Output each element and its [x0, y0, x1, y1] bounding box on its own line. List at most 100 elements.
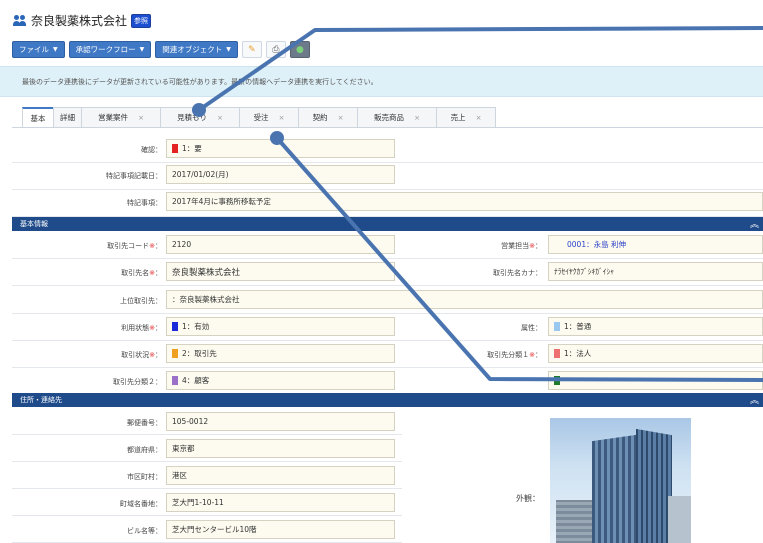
colon: ： — [155, 324, 162, 332]
parent-account-value: ：奈良製薬株式会社 — [172, 295, 240, 304]
account-name-label-text: 取引先名 — [121, 269, 150, 277]
tab-order[interactable]: 受注 × — [239, 107, 299, 127]
tab-label: 契約 — [312, 113, 328, 122]
class2-label: 取引先分類２： — [113, 378, 162, 386]
street-value: 芝大門1-10-11 — [172, 498, 224, 507]
building-graphic — [556, 500, 592, 543]
building-field[interactable]: 芝大門センタービル10階 — [166, 520, 395, 539]
workflow-menu-button[interactable]: 承認ワークフロー ▼ — [68, 41, 152, 58]
code-label: 取引先コード※： — [60, 241, 162, 251]
hidden-color-swatch — [554, 376, 560, 385]
usage-status-value: 1：有効 — [182, 322, 210, 331]
trade-status-field[interactable]: 2：取引先 — [166, 344, 395, 363]
chevron-up-icon[interactable]: ︽ — [750, 217, 759, 230]
print-button[interactable]: ⎙ — [265, 41, 286, 58]
parent-account-label: 上位取引先： — [120, 297, 162, 305]
confirm-field[interactable]: 1：要 — [166, 139, 395, 158]
tab-products[interactable]: 販売商品 × — [357, 107, 437, 127]
tab-bar: 基本 詳細 営業案件 × 見積もり × 受注 × 契約 × 販売商品 × 売上 … — [22, 107, 496, 127]
prefecture-field[interactable]: 東京都 — [166, 439, 395, 458]
prefecture-value: 東京都 — [172, 444, 195, 453]
attribute-color-swatch — [554, 322, 560, 331]
close-icon[interactable]: × — [279, 114, 285, 122]
parent-account-field[interactable]: ：奈良製薬株式会社 — [166, 290, 763, 309]
account-group-icon — [13, 15, 27, 26]
section-basic-header[interactable]: 基本情報 ︽ — [12, 217, 763, 231]
tab-sales-case[interactable]: 営業案件 × — [81, 107, 161, 127]
hidden-field-right[interactable] — [548, 371, 763, 390]
colon: ： — [155, 269, 162, 277]
usage-status-field[interactable]: 1：有効 — [166, 317, 395, 336]
account-name-value: 奈良製薬株式会社 — [172, 267, 241, 278]
sales-rep-field[interactable]: 0001：永島 利伸 — [548, 235, 763, 254]
trade-status-label: 取引状況※： — [60, 350, 162, 360]
page-title: 奈良製薬株式会社 — [31, 14, 128, 28]
workflow-menu-label: 承認ワークフロー — [75, 45, 136, 54]
trade-status-label-text: 取引状況 — [121, 351, 150, 359]
city-value: 港区 — [172, 471, 187, 480]
sales-rep-value[interactable]: 0001：永島 利伸 — [567, 239, 626, 250]
building-graphic — [592, 434, 636, 543]
chevron-down-icon: ▼ — [139, 46, 145, 53]
usage-status-label: 利用状態※： — [60, 323, 162, 333]
class1-field[interactable]: 1：法人 — [548, 344, 763, 363]
tab-sales[interactable]: 売上 × — [436, 107, 496, 127]
colon: ： — [155, 242, 162, 250]
tab-label: 営業案件 — [98, 113, 129, 122]
code-value: 2120 — [172, 240, 192, 249]
zip-field[interactable]: 105-0012 — [166, 412, 395, 431]
class1-label: 取引先分類１※： — [440, 350, 542, 360]
title-bar: 奈良製薬株式会社 参照 — [0, 0, 763, 38]
tab-detail[interactable]: 詳細 — [53, 107, 82, 127]
colon: ： — [535, 351, 542, 359]
street-field[interactable]: 芝大門1-10-11 — [166, 493, 395, 512]
attribute-value: 1：普通 — [564, 322, 592, 331]
note-date-value: 2017/01/02(月) — [172, 170, 229, 179]
class1-label-text: 取引先分類１ — [487, 351, 530, 359]
confirm-value: 1：要 — [182, 144, 202, 153]
chevron-up-icon[interactable]: ︽ — [750, 393, 759, 406]
chevron-down-icon: ▼ — [226, 46, 231, 53]
class1-color-swatch — [554, 349, 560, 358]
tab-label: 販売商品 — [374, 113, 405, 122]
code-field[interactable]: 2120 — [166, 235, 395, 254]
close-icon[interactable]: × — [217, 114, 223, 122]
close-icon[interactable]: × — [138, 114, 144, 122]
note-field[interactable]: 2017年4月に事務所移転予定 — [166, 192, 763, 211]
class2-color-swatch — [172, 376, 178, 385]
file-menu-button[interactable]: ファイル ▼ — [12, 41, 65, 58]
close-icon[interactable]: × — [338, 114, 344, 122]
edit-button[interactable]: ✎ — [241, 41, 262, 58]
tab-quote[interactable]: 見積もり × — [160, 107, 240, 127]
note-date-field[interactable]: 2017/01/02(月) — [166, 165, 395, 184]
trade-status-color-swatch — [172, 349, 178, 358]
class2-field[interactable]: 4：顧客 — [166, 371, 395, 390]
close-icon[interactable]: × — [414, 114, 420, 122]
tab-label: 基本 — [30, 113, 46, 123]
tab-contract[interactable]: 契約 × — [298, 107, 358, 127]
colon: ： — [535, 242, 542, 250]
colon: ： — [155, 351, 162, 359]
trade-status-value: 2：取引先 — [182, 349, 217, 358]
exterior-photo — [550, 418, 691, 543]
related-object-button[interactable]: 関連オブジェクト ▼ — [155, 41, 238, 58]
note-label: 特記事項： — [127, 199, 162, 207]
attribute-label: 属性： — [521, 324, 542, 332]
attribute-field[interactable]: 1：普通 — [548, 317, 763, 336]
pencil-icon: ✎ — [248, 44, 256, 55]
exterior-label: 外観： — [516, 494, 540, 503]
section-address-header[interactable]: 住所・連絡先 ︽ — [12, 393, 763, 407]
file-menu-label: ファイル — [19, 45, 49, 54]
kana-label: 取引先名カナ： — [493, 269, 542, 277]
kana-field[interactable]: ﾅﾗｾｲﾔｸｶﾌﾞｼｷｶﾞｲｼｬ — [548, 262, 763, 281]
city-field[interactable]: 港区 — [166, 466, 395, 485]
tab-basic[interactable]: 基本 — [22, 107, 54, 127]
confirm-color-swatch — [172, 144, 178, 153]
note-value: 2017年4月に事務所移転予定 — [172, 197, 271, 206]
sync-button[interactable]: ● — [289, 41, 310, 58]
building-graphic — [668, 496, 691, 543]
account-name-label: 取引先名※： — [60, 268, 162, 278]
close-icon[interactable]: × — [476, 114, 482, 122]
account-name-field[interactable]: 奈良製薬株式会社 — [166, 262, 395, 281]
building-graphic — [636, 428, 672, 543]
